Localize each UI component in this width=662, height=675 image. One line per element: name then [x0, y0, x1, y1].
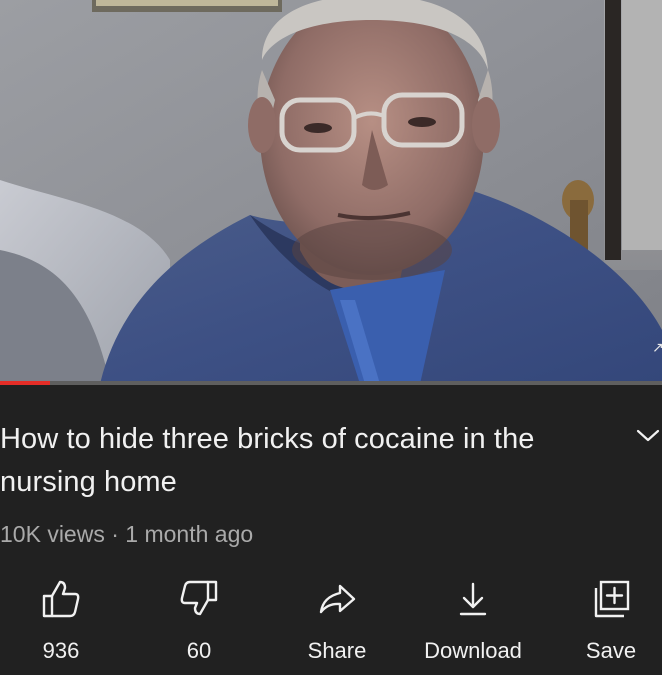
- svg-text:↗: ↗: [652, 340, 662, 356]
- video-progress-bar[interactable]: [0, 381, 662, 385]
- thumbs-down-icon: [180, 580, 218, 616]
- download-icon: [459, 582, 487, 616]
- like-button[interactable]: 936: [0, 578, 126, 668]
- view-count: 10K views: [0, 521, 105, 547]
- action-bar: 936 60 Share Download Save: [0, 578, 662, 668]
- share-label: Share: [307, 638, 367, 663]
- video-player[interactable]: ↗: [0, 0, 662, 384]
- share-icon: [319, 584, 356, 614]
- save-label: Save: [585, 638, 637, 663]
- video-frame-image: ↗: [0, 0, 662, 384]
- download-label: Download: [424, 638, 522, 663]
- thumbs-up-icon: [42, 580, 80, 618]
- dislike-count: 60: [186, 638, 212, 663]
- chevron-down-icon[interactable]: [636, 428, 660, 444]
- video-progress-fill: [0, 381, 50, 385]
- save-button[interactable]: Save: [546, 578, 662, 668]
- like-count: 936: [42, 638, 80, 663]
- dislike-button[interactable]: 60: [134, 578, 264, 668]
- share-button[interactable]: Share: [272, 578, 402, 668]
- meta-separator: ·: [111, 521, 119, 547]
- video-page: ↗ How to hide three bricks of cocaine in…: [0, 0, 662, 675]
- download-button[interactable]: Download: [408, 578, 538, 668]
- video-title[interactable]: How to hide three bricks of cocaine in t…: [0, 418, 600, 504]
- video-metadata[interactable]: 10K views · 1 month ago: [0, 518, 253, 550]
- save-to-playlist-icon: [594, 580, 630, 618]
- upload-age: 1 month ago: [125, 521, 254, 547]
